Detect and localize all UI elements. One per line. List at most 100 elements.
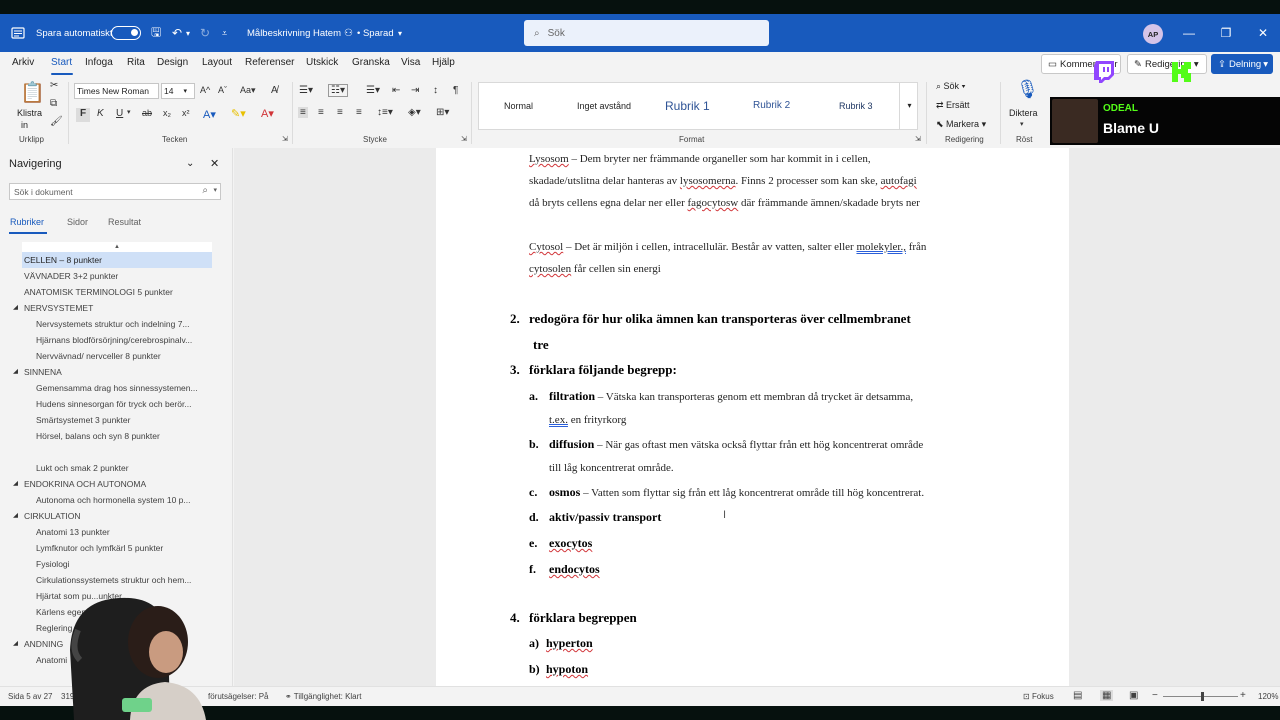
select-button[interactable]: ⬉ Markera ▾ [936, 119, 986, 130]
nav-item[interactable]: Nervvävnad/ nervceller 8 punkter [36, 348, 212, 364]
nav-item[interactable]: SINNENA [24, 364, 212, 380]
undo-dropdown-icon[interactable]: ▾ [186, 14, 190, 52]
chevron-down-icon[interactable]: ▾ [398, 14, 402, 52]
restore-icon[interactable]: ❐ [1208, 14, 1244, 52]
scroll-up-icon[interactable]: ▲ [22, 242, 212, 252]
avatar[interactable]: AP [1143, 24, 1163, 44]
undo-icon[interactable]: ↶ [172, 14, 182, 52]
read-mode-icon[interactable]: ▤ [1073, 690, 1082, 701]
chevron-down-icon[interactable]: ▾ [1020, 120, 1024, 128]
collapse-triangle-icon[interactable]: ◢ [13, 300, 18, 316]
search-icon[interactable]: ⌕ [202, 185, 208, 196]
styles-dialog-launcher-icon[interactable]: ⇲ [915, 135, 921, 143]
nav-item[interactable]: Lukt och smak 2 punkter [36, 460, 212, 476]
zoom-slider-thumb[interactable] [1201, 692, 1204, 701]
document-title[interactable]: Målbeskrivning Hatem [247, 14, 341, 52]
nav-item[interactable]: CIRKULATION [24, 508, 212, 524]
nav-item[interactable]: Smärtsystemet 3 punkter [36, 412, 212, 428]
nav-item[interactable]: Lymfknutor och lymfkärl 5 punkter [36, 540, 212, 556]
strikethrough-icon[interactable]: ab [142, 108, 152, 118]
copy-icon[interactable]: ⧉ [50, 98, 57, 109]
nav-item[interactable]: ANATOMISK TERMINOLOGI 5 punkter [24, 284, 212, 300]
style-heading-2[interactable]: Rubrik 2 [753, 100, 790, 111]
tab-arkiv[interactable]: Arkiv [12, 57, 34, 68]
nav-item[interactable]: Hjärnans blodförsörjning/cerebrospinalv.… [36, 332, 212, 348]
underline-icon[interactable]: U [116, 108, 123, 119]
grow-font-icon[interactable]: A^ [200, 85, 210, 95]
chevron-down-icon[interactable]: ⌄ [186, 158, 194, 169]
tab-results[interactable]: Resultat [108, 217, 141, 227]
nav-item[interactable]: CELLEN – 8 punkter [22, 252, 212, 268]
tab-granska[interactable]: Granska [352, 57, 390, 68]
superscript-icon[interactable]: x² [182, 108, 190, 118]
dictate-label[interactable]: Diktera [1009, 108, 1038, 118]
close-icon[interactable]: ✕ [210, 157, 219, 170]
clear-formatting-icon[interactable]: A̸ [271, 85, 278, 96]
font-dialog-launcher-icon[interactable]: ⇲ [282, 135, 288, 143]
align-right-icon[interactable]: ≡ [337, 107, 343, 118]
nav-item[interactable]: Nervsystemets struktur och indelning 7..… [36, 316, 212, 332]
tab-layout[interactable]: Layout [202, 57, 232, 68]
font-name-select[interactable]: Times New Roman [74, 83, 159, 99]
style-heading-1[interactable]: Rubrik 1 [665, 99, 710, 113]
collapse-triangle-icon[interactable]: ◢ [13, 476, 18, 492]
show-marks-icon[interactable]: ¶ [453, 85, 458, 96]
highlight-icon[interactable]: ✎▾ [231, 107, 246, 120]
format-painter-icon[interactable]: 🖌 [50, 116, 63, 127]
tab-hjalp[interactable]: Hjälp [432, 57, 455, 68]
zoom-in-icon[interactable]: + [1240, 690, 1246, 701]
find-button[interactable]: ⌕ Sök ▾ [936, 81, 965, 92]
print-layout-icon[interactable]: ▦ [1100, 690, 1114, 701]
tab-referenser[interactable]: Referenser [245, 57, 294, 68]
paragraph-dialog-launcher-icon[interactable]: ⇲ [461, 135, 467, 143]
sort-icon[interactable]: ↕ [433, 85, 438, 96]
tab-rita[interactable]: Rita [127, 57, 145, 68]
chevron-down-icon[interactable]: ▾ [213, 186, 217, 194]
line-spacing-icon[interactable]: ↕≡▾ [377, 107, 393, 118]
microphone-icon[interactable]: 🎙 [1016, 79, 1039, 100]
nav-item[interactable]: Hörsel, balans och syn 8 punkter [36, 428, 212, 444]
tab-pages[interactable]: Sidor [67, 217, 88, 227]
tab-infoga[interactable]: Infoga [85, 57, 113, 68]
nav-item[interactable]: Autonoma och hormonella system 10 p... [36, 492, 212, 508]
comments-button[interactable]: ▭ Kommentarer [1041, 54, 1121, 74]
nav-item[interactable]: Fysiologi [36, 556, 212, 572]
autosave-toggle[interactable] [105, 14, 141, 52]
align-center-icon[interactable]: ≡ [318, 107, 324, 118]
subscript-icon[interactable]: x₂ [163, 108, 171, 118]
tab-design[interactable]: Design [157, 57, 188, 68]
page-count[interactable]: Sida 5 av 27 [8, 692, 52, 701]
editing-mode-button[interactable]: ✎ Redigering ▾ [1127, 54, 1207, 74]
italic-icon[interactable]: K [97, 108, 104, 119]
search-input[interactable]: ⌕ Sök [524, 20, 769, 46]
align-left-icon[interactable]: ≡ [298, 107, 308, 118]
justify-icon[interactable]: ≡ [356, 107, 362, 118]
chevron-down-icon[interactable]: ▾ [127, 108, 131, 116]
font-color-icon[interactable]: A▾ [261, 107, 274, 120]
document-page[interactable]: Lysosom – Dem bryter ner främmande organ… [436, 148, 1069, 686]
bold-icon[interactable]: F [76, 108, 90, 122]
accessibility-status[interactable]: ⚭ Tillgänglighet: Klart [285, 692, 362, 701]
zoom-out-icon[interactable]: − [1152, 690, 1158, 701]
saved-status[interactable]: • Sparad [357, 14, 394, 52]
zoom-level[interactable]: 120% [1258, 692, 1278, 701]
style-normal[interactable]: Normal [504, 101, 533, 111]
tab-start[interactable]: Start [51, 57, 72, 68]
nav-item[interactable]: ENDOKRINA OCH AUTONOMA [24, 476, 212, 492]
tab-headings[interactable]: Rubriker [10, 217, 44, 227]
style-no-spacing[interactable]: Inget avstånd [577, 101, 631, 111]
paste-label[interactable]: Klistra [17, 108, 42, 118]
text-effects-icon[interactable]: A▾ [203, 108, 216, 121]
close-icon[interactable]: ✕ [1245, 14, 1280, 52]
nav-item[interactable]: Anatomi 13 punkter [36, 524, 212, 540]
app-icon[interactable] [11, 14, 25, 52]
nav-item[interactable]: VÄVNADER 3+2 punkter [24, 268, 212, 284]
save-icon[interactable]: 🖫 [151, 14, 161, 52]
collapse-triangle-icon[interactable]: ◢ [13, 508, 18, 524]
change-case-icon[interactable]: Aa▾ [240, 85, 256, 96]
styles-more-icon[interactable]: ▾ [899, 82, 919, 130]
nav-item[interactable]: Hudens sinnesorgan för tryck och berör..… [36, 396, 212, 412]
tab-utskick[interactable]: Utskick [306, 57, 338, 68]
tab-visa[interactable]: Visa [401, 57, 420, 68]
share-button[interactable]: ⇪ Delning ▾ [1211, 54, 1273, 74]
